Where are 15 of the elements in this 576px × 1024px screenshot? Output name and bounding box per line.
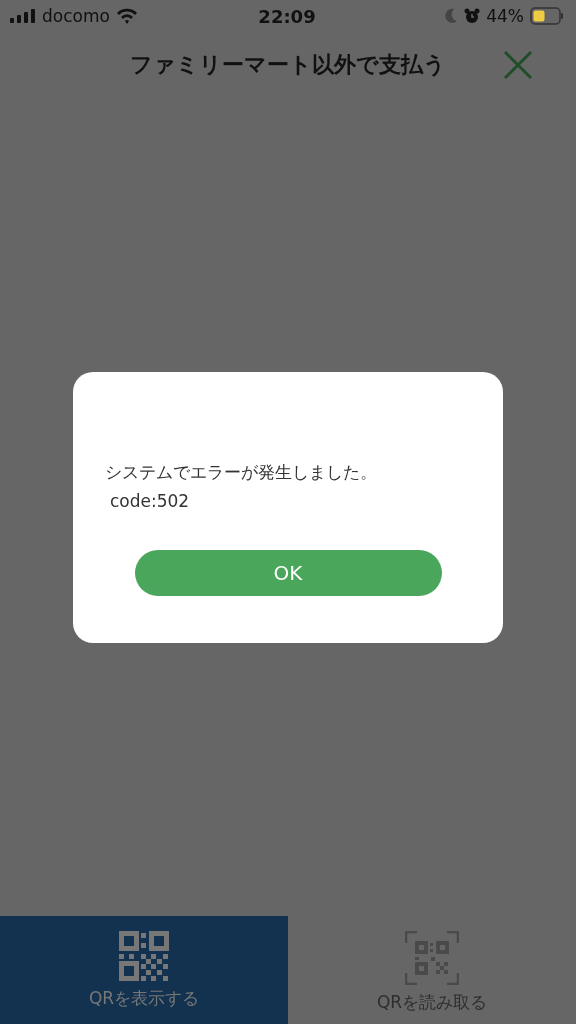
qr-scan-icon bbox=[405, 931, 459, 985]
wifi-icon bbox=[115, 8, 138, 24]
battery-percent: 44% bbox=[486, 6, 524, 26]
error-message: システムでエラーが発生しました。 bbox=[105, 460, 378, 484]
moon-icon bbox=[444, 8, 459, 24]
battery-icon bbox=[530, 7, 564, 25]
ok-button[interactable]: OK bbox=[134, 549, 442, 596]
clock-time: 22:09 bbox=[258, 5, 316, 27]
qr-code-icon bbox=[119, 931, 169, 981]
error-code: code:502 bbox=[109, 489, 191, 513]
signal-icon bbox=[10, 9, 36, 23]
carrier-name: docomo bbox=[42, 6, 110, 26]
page-title: ファミリーマート以外で支払う bbox=[130, 51, 446, 79]
alarm-clock-icon bbox=[464, 8, 481, 24]
tab[interactable]: QRを表示する bbox=[0, 916, 288, 1024]
